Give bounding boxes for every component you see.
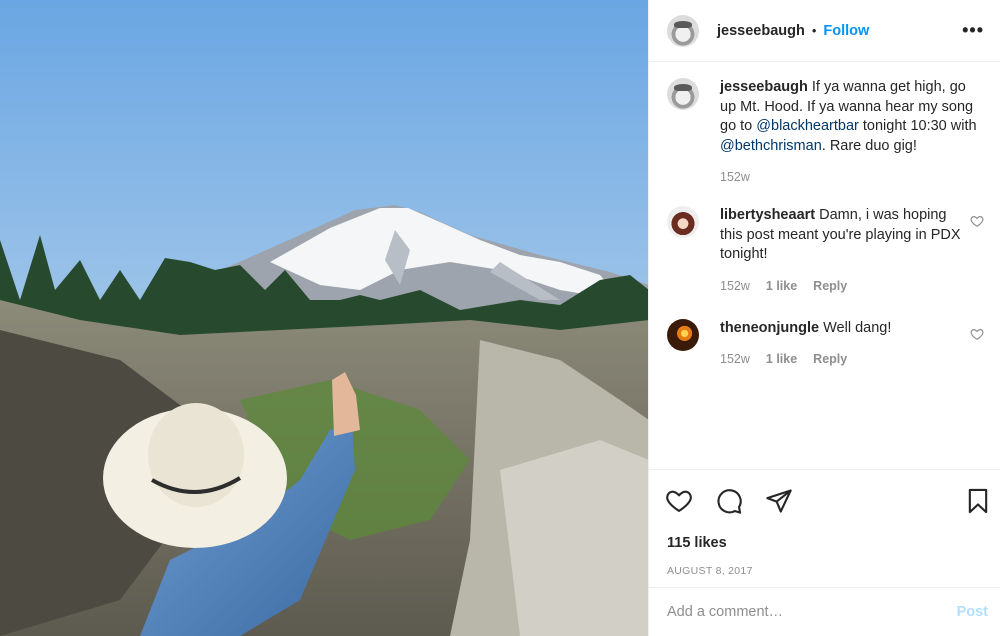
post-button[interactable]: Post bbox=[957, 604, 988, 620]
commenter-avatar[interactable] bbox=[667, 206, 699, 238]
comment-icon[interactable] bbox=[715, 487, 743, 515]
reply-button[interactable]: Reply bbox=[813, 352, 847, 366]
ellipsis-icon[interactable]: ••• bbox=[962, 20, 984, 41]
author-avatar[interactable] bbox=[667, 14, 699, 47]
caption-body: jesseebaugh If ya wanna get high, go up … bbox=[720, 78, 984, 184]
caption: jesseebaugh If ya wanna get high, go up … bbox=[667, 78, 984, 184]
comment-input[interactable] bbox=[667, 604, 957, 620]
comment-likes[interactable]: 1 like bbox=[766, 279, 797, 293]
post-side-panel: jesseebaugh • Follow ••• jesseebaugh If … bbox=[649, 0, 1000, 636]
comment-likes[interactable]: 1 like bbox=[766, 352, 797, 366]
comment-timestamp[interactable]: 152w bbox=[720, 352, 750, 366]
bookmark-icon[interactable] bbox=[964, 487, 992, 515]
comment-meta: 152w 1 like Reply bbox=[720, 279, 962, 293]
commenter-avatar[interactable] bbox=[667, 318, 699, 351]
caption-text-part: . Rare duo gig! bbox=[821, 137, 917, 154]
caption-text-part: tonight 10:30 with bbox=[858, 118, 977, 134]
post-date[interactable]: AUGUST 8, 2017 bbox=[649, 554, 1000, 588]
comment-body: libertysheaart Damn, i was hoping this p… bbox=[720, 206, 962, 293]
add-comment-bar: Post bbox=[649, 588, 1000, 636]
comment-text: theneonjungle Well dang! bbox=[720, 319, 962, 339]
heart-icon[interactable] bbox=[665, 487, 693, 515]
caption-text: jesseebaugh If ya wanna get high, go up … bbox=[720, 78, 984, 156]
mountain-photo bbox=[0, 0, 648, 636]
caption-username[interactable]: jesseebaugh bbox=[720, 79, 808, 95]
caption-timestamp[interactable]: 152w bbox=[720, 170, 750, 184]
comments-list: jesseebaugh If ya wanna get high, go up … bbox=[649, 62, 1000, 470]
comment-content: Well dang! bbox=[819, 319, 892, 336]
action-bar bbox=[649, 470, 1000, 532]
comment-item: theneonjungle Well dang! 152w 1 like Reply bbox=[667, 318, 984, 367]
comment-meta: 152w 1 like Reply bbox=[720, 352, 962, 366]
mention-link[interactable]: @bethchrisman bbox=[720, 138, 822, 154]
caption-avatar[interactable] bbox=[667, 78, 699, 110]
share-icon[interactable] bbox=[765, 487, 793, 515]
follow-button[interactable]: Follow bbox=[823, 23, 869, 39]
post-photo bbox=[0, 0, 649, 636]
likes-count[interactable]: 115 likes bbox=[649, 532, 1000, 554]
heart-icon[interactable] bbox=[970, 214, 984, 228]
caption-meta: 152w bbox=[720, 170, 984, 184]
mention-link[interactable]: @blackheartbar bbox=[756, 118, 859, 134]
separator-dot: • bbox=[811, 23, 817, 38]
author-username[interactable]: jesseebaugh bbox=[717, 23, 805, 39]
comment-timestamp[interactable]: 152w bbox=[720, 279, 750, 293]
comment-body: theneonjungle Well dang! 152w 1 like Reply bbox=[720, 319, 962, 367]
commenter-username[interactable]: theneonjungle bbox=[720, 320, 819, 336]
post-header: jesseebaugh • Follow ••• bbox=[649, 0, 1000, 62]
commenter-username[interactable]: libertysheaart bbox=[720, 207, 815, 223]
comment-text: libertysheaart Damn, i was hoping this p… bbox=[720, 206, 962, 265]
heart-icon[interactable] bbox=[970, 327, 984, 341]
comment-item: libertysheaart Damn, i was hoping this p… bbox=[667, 206, 984, 293]
reply-button[interactable]: Reply bbox=[813, 279, 847, 293]
